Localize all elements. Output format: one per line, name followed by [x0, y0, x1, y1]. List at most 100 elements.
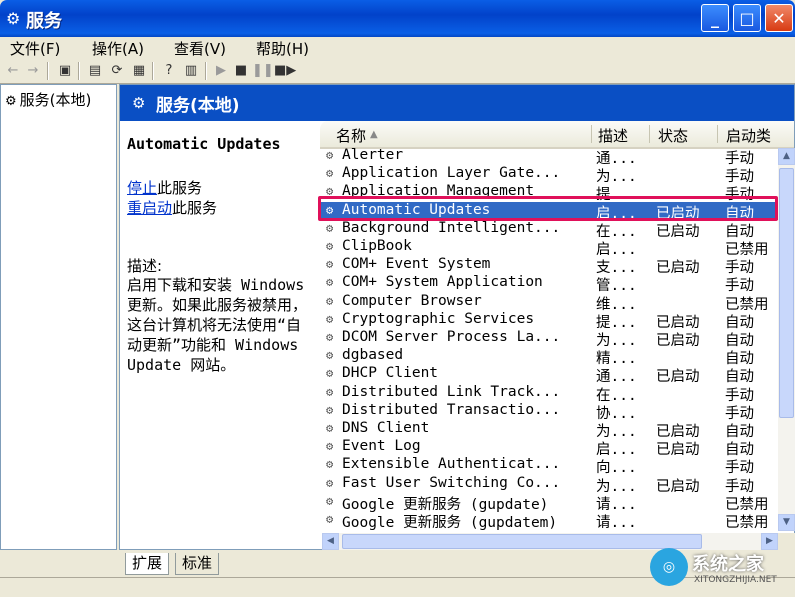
cell-name: Cryptographic Services	[342, 310, 535, 327]
service-gear-icon: ⚙	[326, 330, 334, 344]
services-gear-icon: ⚙	[6, 9, 21, 28]
show-hide-tree-icon[interactable]: ▣	[56, 62, 74, 80]
service-gear-icon: ⚙	[326, 311, 334, 326]
table-row[interactable]: ⚙ dgbased 精... 自动	[320, 347, 794, 367]
table-row[interactable]: ⚙ DNS Client 为... 已启动 自动	[320, 420, 794, 440]
properties-icon[interactable]: ▤	[86, 62, 104, 80]
menu-help[interactable]: 帮助(H)	[256, 38, 309, 59]
service-gear-icon: ⚙	[326, 421, 334, 435]
cell-name: Application Layer Gate...	[342, 165, 561, 182]
pause-service-icon[interactable]: ❚❚	[252, 62, 274, 80]
banner-title: 服务(本地)	[156, 96, 240, 116]
restart-service-icon[interactable]: ■▶	[274, 62, 296, 80]
gear-icon: ⚙	[5, 94, 17, 109]
menu-action[interactable]: 操作(A)	[92, 38, 144, 59]
table-row[interactable]: ⚙ Application Layer Gate... 为... 手动	[320, 165, 794, 185]
export-list-icon[interactable]: ▦	[130, 62, 148, 80]
minimize-button[interactable]: _	[701, 4, 729, 32]
service-gear-icon: ⚙	[326, 457, 334, 472]
scroll-left-icon[interactable]: ◀	[322, 533, 339, 550]
column-header-name[interactable]: 名称	[336, 125, 366, 146]
window-title: 服务	[26, 11, 62, 32]
table-row[interactable]: ⚙ Cryptographic Services 提... 已启动 自动	[320, 310, 794, 331]
table-row[interactable]: ⚙ Fast User Switching Co... 为... 已启动 手动	[320, 475, 794, 495]
description-label: 描述:	[127, 257, 163, 275]
table-row[interactable]: ⚙ Background Intelligent... 在... 已启动 自动	[320, 219, 794, 240]
service-gear-icon: ⚙	[326, 348, 334, 363]
vertical-scroll-thumb[interactable]	[779, 168, 794, 418]
cell-name: dgbased	[342, 347, 404, 364]
table-row[interactable]: ⚙ Event Log 启... 已启动 自动	[320, 438, 794, 458]
horizontal-scroll-thumb[interactable]	[342, 534, 702, 549]
menu-view[interactable]: 查看(V)	[174, 38, 226, 59]
scroll-down-icon[interactable]: ▼	[778, 514, 795, 531]
table-row[interactable]: ⚙ Google 更新服务 (gupdatem) 请... 已禁用	[320, 511, 794, 531]
stop-service-icon[interactable]: ■	[232, 62, 250, 80]
extended-details: Automatic Updates 停止此服务 重启动此服务 描述: 启用下载和…	[120, 121, 318, 549]
table-row[interactable]: ⚙ Google 更新服务 (gupdate) 请... 已禁用	[320, 493, 794, 513]
table-row[interactable]: ⚙ DHCP Client 通... 已启动 自动	[320, 365, 794, 385]
tab-standard[interactable]: 标准	[175, 553, 220, 575]
selected-service-name: Automatic Updates	[127, 135, 281, 153]
services-pane: ⚙ 服务(本地) Automatic Updates 停止此服务 重启动此服务 …	[119, 84, 795, 550]
cell-name: Computer Browser	[342, 292, 482, 309]
highlight-annotation	[318, 196, 778, 221]
cell-name: Background Intelligent...	[342, 219, 561, 236]
service-gear-icon: ⚙	[326, 475, 334, 490]
table-row[interactable]: ⚙ Computer Browser 维... 已禁用	[320, 292, 794, 313]
menu-bar: 文件(F) 操作(A) 查看(V) 帮助(H)	[0, 37, 795, 60]
watermark: ◎ 系统之家 XITONGZHIJIA.NET	[650, 548, 795, 592]
cell-name: COM+ System Application	[342, 274, 543, 291]
start-service-icon[interactable]: ▶	[212, 62, 230, 80]
service-gear-icon: ⚙	[326, 257, 334, 272]
service-gear-icon: ⚙	[326, 402, 334, 417]
table-row[interactable]: ⚙ DCOM Server Process La... 为... 已启动 自动	[320, 329, 794, 349]
scroll-up-icon[interactable]: ▲	[778, 148, 795, 165]
help-icon[interactable]: ?	[160, 62, 178, 80]
console-icon[interactable]: ▥	[182, 62, 200, 80]
service-gear-icon: ⚙	[326, 384, 334, 399]
forward-arrow-icon[interactable]: →	[24, 62, 42, 80]
vertical-scrollbar[interactable]: ▲ ▼	[778, 148, 795, 531]
table-row[interactable]: ⚙ ClipBook 启... 已禁用	[320, 238, 794, 258]
menu-file[interactable]: 文件(F)	[10, 38, 60, 59]
toolbar: ← → ▣ ▤ ⟳ ▦ ? ▥ ▶ ■ ❚❚ ■▶	[0, 59, 795, 84]
service-gear-icon: ⚙	[326, 366, 334, 381]
description-text: 启用下载和安装 Windows 更新。如果此服务被禁用，这台计算机将无法使用“自…	[127, 276, 308, 374]
stop-service-link[interactable]: 停止	[127, 179, 157, 197]
maximize-button[interactable]: □	[733, 4, 761, 32]
cell-name: Distributed Transactio...	[342, 401, 561, 418]
watermark-url: XITONGZHIJIA.NET	[694, 575, 777, 585]
table-row[interactable]: ⚙ Alerter 通... 手动	[320, 147, 794, 167]
service-gear-icon: ⚙	[326, 275, 334, 290]
back-arrow-icon[interactable]: ←	[4, 62, 22, 80]
cell-name: DCOM Server Process La...	[342, 329, 561, 345]
table-row[interactable]: ⚙ Extensible Authenticat... 向... 手动	[320, 456, 794, 476]
sort-ascending-icon: ▲	[370, 129, 378, 140]
tab-extended[interactable]: 扩展	[125, 553, 170, 575]
close-button[interactable]: ✕	[765, 4, 793, 32]
cell-name: Extensible Authenticat...	[342, 456, 561, 473]
watermark-name: 系统之家	[692, 554, 764, 575]
services-list[interactable]: 名称 ▲ 描述 状态 启动类 ⚙ Alerter 通... 手动 ⚙ Applicatio…	[320, 121, 794, 549]
column-header-status[interactable]: 状态	[658, 125, 688, 146]
stop-suffix: 此服务	[157, 179, 203, 197]
table-row[interactable]: ⚙ Distributed Link Track... 在... 手动	[320, 384, 794, 404]
table-row[interactable]: ⚙ Distributed Transactio... 协... 手动	[320, 401, 794, 422]
service-gear-icon: ⚙	[326, 512, 334, 526]
service-gear-icon: ⚙	[326, 293, 334, 308]
service-gear-icon: ⚙	[326, 166, 334, 181]
tree-node-services-local[interactable]: ⚙ 服务(本地)	[5, 89, 91, 110]
restart-suffix: 此服务	[172, 199, 218, 217]
title-bar[interactable]: ⚙ 服务 _ □ ✕	[0, 0, 795, 37]
table-row[interactable]: ⚙ COM+ System Application 管... 手动	[320, 274, 794, 294]
cell-description: 请...	[596, 515, 637, 531]
column-header-startup-type[interactable]: 启动类	[726, 125, 771, 146]
column-header-description[interactable]: 描述	[598, 125, 628, 146]
table-row[interactable]: ⚙ COM+ Event System 支... 已启动 手动	[320, 256, 794, 276]
tree-node-label: 服务(本地)	[19, 91, 92, 109]
refresh-icon[interactable]: ⟳	[108, 62, 126, 80]
service-gear-icon: ⚙	[326, 493, 334, 508]
list-header: 名称 ▲ 描述 状态 启动类	[320, 121, 794, 149]
restart-service-link[interactable]: 重启动	[127, 199, 172, 217]
